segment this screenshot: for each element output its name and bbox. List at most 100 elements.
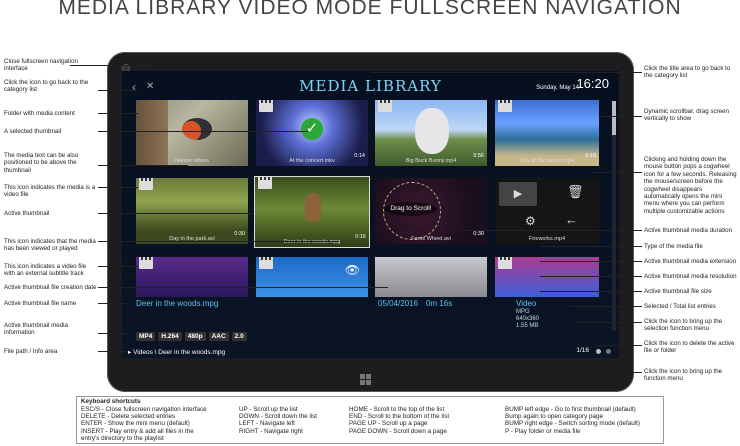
- check-icon: ✓: [301, 118, 323, 140]
- annotation-right-7: Active thumbnail media resolution: [644, 273, 737, 280]
- annotation-right-2: Dynamic scrollbar, drag screen verticall…: [644, 108, 729, 123]
- annotation-right-9: Selected / Total list entries: [644, 303, 716, 310]
- file-path: ▸ Videos \ Deer in the woods.mpg: [128, 348, 225, 356]
- leader-line: [540, 291, 642, 292]
- thumb-row3-3[interactable]: [375, 257, 487, 297]
- annotation-right-6: Active thumbnail media extension: [644, 258, 737, 265]
- video-icon: [258, 177, 272, 189]
- thumb-bunny[interactable]: 9:56 Big Buck Bunny.mp4: [375, 100, 487, 166]
- file-path-text: Videos \ Deer in the woods.mpg: [133, 349, 226, 356]
- thumb-deer-active[interactable]: 0:16 Deer in the woods.mpg: [254, 176, 370, 248]
- thumb-concert-selected[interactable]: ✓ 0:14 At the concert.mkv: [256, 100, 368, 166]
- annotation-right-10: Click the icon to bring up the selection…: [644, 318, 723, 333]
- leader-line: [98, 113, 138, 114]
- leader-line: [540, 246, 642, 247]
- annotation-right-11: Click the icon to delete the active file…: [644, 340, 735, 355]
- annotation-left-7: Active thumbnail: [4, 210, 50, 217]
- viewed-eye-icon: 👁: [344, 263, 360, 277]
- annotation-left-4: A selected thumbnail: [4, 128, 62, 135]
- shortcut-line: HOME - Scroll to the top of the list: [349, 406, 445, 413]
- tag-audio: AAC: [208, 332, 229, 341]
- annotation-left-11: Active thumbnail file name: [4, 300, 77, 307]
- annotation-left-8: This icon indicates that the media has b…: [4, 238, 96, 253]
- leader-line: [540, 276, 642, 277]
- thumb-park[interactable]: 0:30 Day in the park.avi: [136, 178, 248, 244]
- thumb-beach[interactable]: 0:18 Day at the beach.mp4: [495, 100, 599, 166]
- thumb-folder-nature[interactable]: Nature videos: [136, 100, 248, 166]
- leader-line: [98, 165, 188, 166]
- annotation-left-13: File path / Info area: [4, 348, 58, 355]
- thumb-ferris[interactable]: Drag to Scroll! 0:30 Ferris Wheel.avi: [375, 178, 487, 244]
- leader-line: [98, 266, 138, 267]
- keyboard-shortcuts-box: Keyboard shortcuts ESC/S - Close fullscr…: [76, 396, 664, 444]
- thumb-row3-2[interactable]: 👁: [256, 257, 368, 297]
- shortcut-line: PAGE UP - Scroll up a page: [349, 420, 428, 428]
- video-icon: [259, 257, 273, 269]
- thumb-fireworks-menu[interactable]: ▶ 🗑 ⚙ ← Fireworks.mp4: [495, 178, 599, 244]
- leader-line: [98, 303, 128, 304]
- annotation-left-12: Active thumbnail media information: [4, 322, 68, 337]
- play-icon[interactable]: ▶: [499, 182, 537, 206]
- tag-container: MP4: [136, 332, 156, 341]
- leader-line: [98, 213, 253, 214]
- thumb-label: Nature videos: [175, 158, 209, 164]
- active-file-ext: MPG: [516, 309, 530, 315]
- annotation-right-3: Clicking and holding down the mouse butt…: [644, 156, 737, 215]
- leader-line: [370, 72, 642, 73]
- shortcut-line: END - Scroll to the bottom of the list: [349, 413, 450, 421]
- back-arrow-icon[interactable]: ←: [565, 212, 578, 227]
- shortcuts-col-4: BUMP left edge - Go to first thumbnail (…: [505, 406, 640, 435]
- leader-line: [98, 131, 308, 132]
- leader-line: [588, 372, 642, 373]
- shortcut-line: Bump again to open category page: [505, 413, 604, 421]
- shortcut-line: P - Play folder or media file: [505, 427, 581, 435]
- shortcut-line: INSERT - Play entry & add all files in t…: [81, 427, 194, 435]
- shortcut-line: PAGE DOWN - Scroll down a page: [349, 427, 447, 435]
- scrollbar-knob[interactable]: [612, 101, 616, 135]
- tree-trunk: [136, 100, 168, 166]
- annotation-left-6: This icon indicates the media is a video…: [4, 184, 96, 199]
- video-icon: [378, 100, 392, 112]
- function-menu-icon[interactable]: [606, 349, 611, 354]
- shortcut-line: DELETE - Delete selected entries: [81, 413, 176, 421]
- leader-line: [590, 172, 642, 173]
- thumb-row3-1[interactable]: [136, 257, 248, 297]
- leader-line: [98, 333, 128, 334]
- leader-line: [98, 351, 128, 352]
- shortcut-line: UP - Scroll up the list: [239, 406, 298, 413]
- bunny-image: [415, 108, 449, 154]
- thumb-label: Deer in the woods.mpg: [283, 239, 341, 245]
- gear-icon[interactable]: ⚙: [525, 214, 536, 228]
- shortcut-line: ESC/S - Close fullscreen navigation inte…: [81, 406, 207, 413]
- active-file-name: Deer in the woods.mpg: [136, 299, 219, 308]
- annotation-left-10: Active thumbnail file creation date: [4, 284, 97, 291]
- leader-line: [98, 90, 138, 91]
- shortcut-line: RIGHT - Navigate right: [239, 427, 303, 435]
- leader-line: [98, 287, 388, 288]
- leader-line: [540, 261, 642, 262]
- selection-menu-icon[interactable]: [596, 349, 601, 354]
- annotation-right-8: Active thumbnail file size: [644, 288, 712, 295]
- shortcut-line: LEFT - Navigate left: [239, 420, 295, 428]
- video-icon: [139, 257, 153, 269]
- annotation-right-12: Click the icon to bring up the function …: [644, 368, 723, 383]
- thumb-label: At the concert.mkv: [289, 158, 335, 164]
- thumb-label: Big Buck Bunny.mp4: [405, 158, 457, 164]
- active-file-duration: 0m 16s: [426, 299, 453, 308]
- shortcuts-title: Keyboard shortcuts: [81, 398, 141, 405]
- shortcut-line: ENTER - Show the mini menu (default): [81, 420, 190, 428]
- video-icon: [498, 100, 512, 112]
- video-icon: [259, 100, 273, 112]
- leader-line: [460, 230, 642, 231]
- trash-icon[interactable]: 🗑: [567, 184, 584, 200]
- leader-line: [596, 345, 642, 346]
- shortcuts-col-2: UP - Scroll up the list DOWN - Scroll do…: [239, 406, 317, 435]
- scrollbar[interactable]: [612, 101, 616, 331]
- shortcut-line: BUMP right edge - Switch sorting mode (d…: [505, 420, 640, 428]
- active-file-type: Video: [516, 299, 537, 308]
- windows-button-icon[interactable]: [360, 374, 372, 386]
- video-icon: [498, 257, 512, 269]
- media-library-screen: ‹ ✕ MEDIA LIBRARY Sunday, May 14 16:20 N…: [122, 71, 619, 358]
- annotation-left-2: Click the icon to go back to the categor…: [4, 79, 89, 94]
- shortcuts-col-3: HOME - Scroll to the top of the list END…: [349, 406, 449, 435]
